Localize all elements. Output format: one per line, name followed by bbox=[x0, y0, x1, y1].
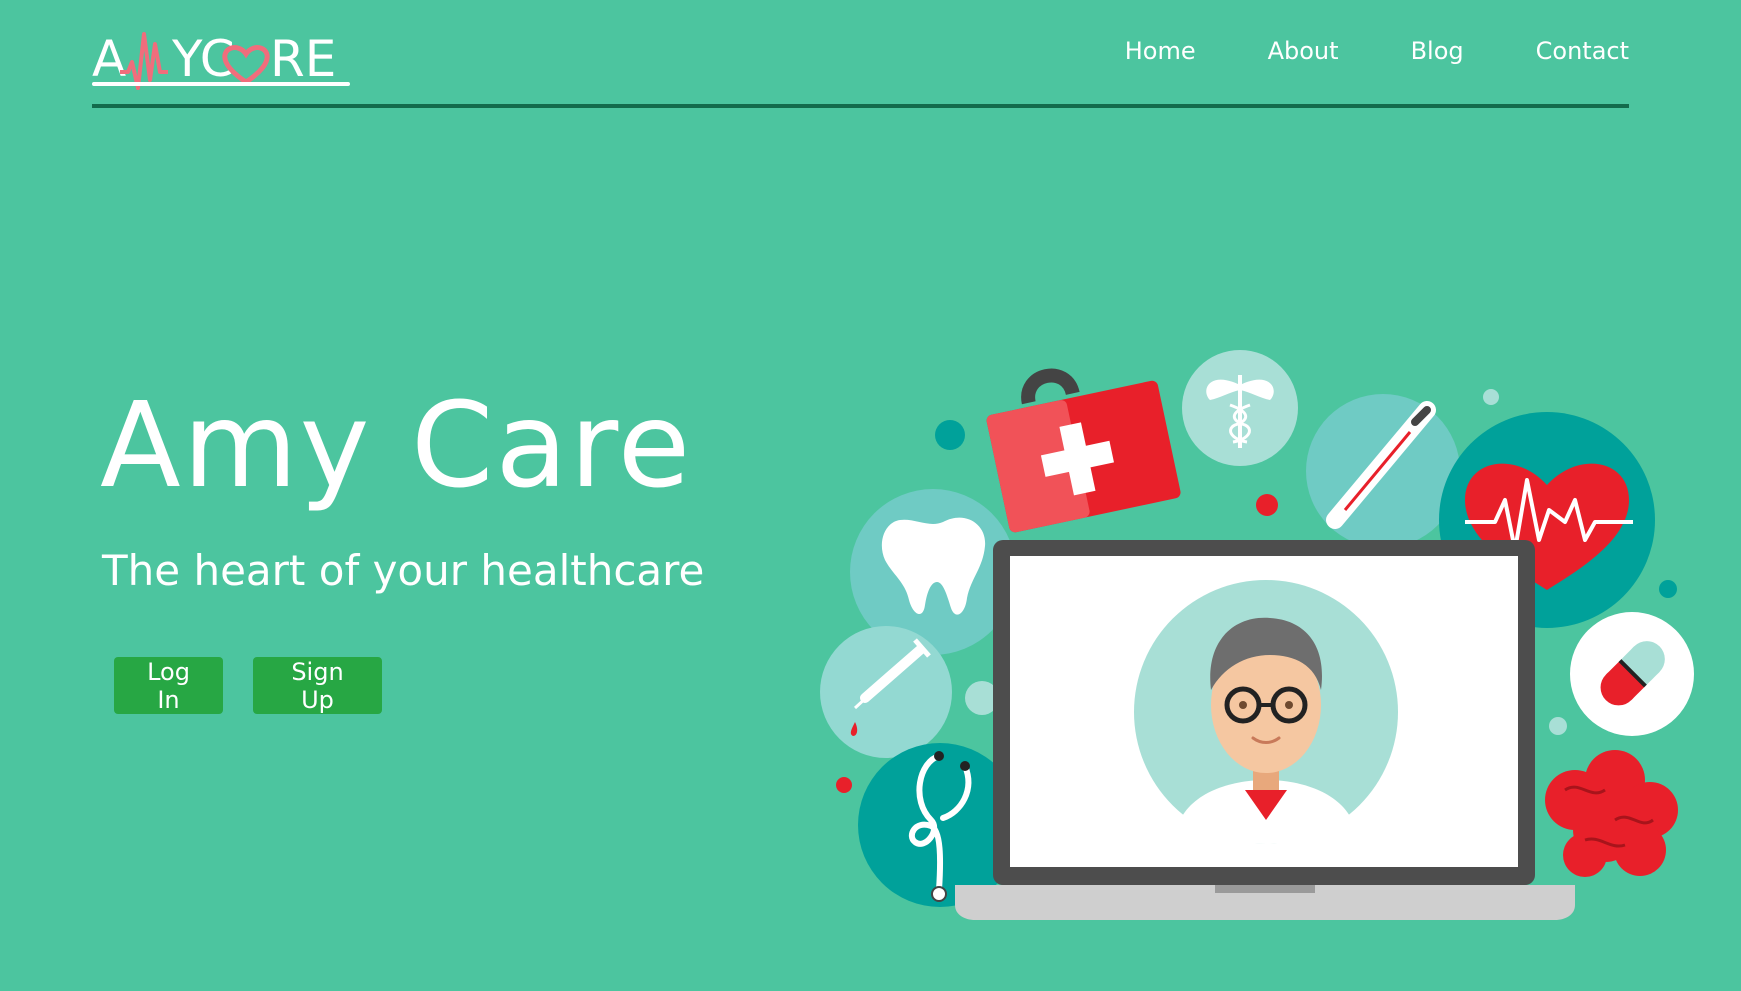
syringe-icon bbox=[820, 626, 952, 758]
site-header: A YC RE Home About Blog Contact bbox=[92, 0, 1629, 108]
hero-illustration bbox=[820, 350, 1694, 920]
hero-subtitle: The heart of your healthcare bbox=[102, 546, 705, 595]
signup-button[interactable]: Sign Up bbox=[253, 657, 382, 714]
decor-dot bbox=[1256, 494, 1278, 516]
nav-blog-link[interactable]: Blog bbox=[1411, 34, 1464, 68]
svg-text:A: A bbox=[92, 30, 126, 88]
svg-text:RE: RE bbox=[270, 30, 336, 88]
logo[interactable]: A YC RE bbox=[92, 14, 352, 90]
thermometer-icon bbox=[1306, 394, 1460, 548]
nav-contact-link[interactable]: Contact bbox=[1536, 34, 1629, 68]
pill-icon bbox=[1570, 612, 1694, 736]
login-button[interactable]: Log In bbox=[114, 657, 223, 714]
nav-home-link[interactable]: Home bbox=[1125, 34, 1196, 68]
doctor-avatar bbox=[1134, 580, 1398, 844]
decor-dot bbox=[1483, 389, 1499, 405]
decor-dot bbox=[935, 420, 965, 450]
nav-about-link[interactable]: About bbox=[1268, 34, 1339, 68]
main-nav: Home About Blog Contact bbox=[1053, 34, 1629, 68]
brain-icon bbox=[1545, 750, 1678, 877]
decor-dot bbox=[836, 777, 852, 793]
decor-dot bbox=[1549, 717, 1567, 735]
first-aid-kit-icon bbox=[986, 368, 1181, 533]
hero-title: Amy Care bbox=[100, 376, 693, 514]
caduceus-icon bbox=[1182, 350, 1298, 466]
decor-dot bbox=[1659, 580, 1677, 598]
logo-mark-icon: A YC RE bbox=[92, 30, 350, 90]
